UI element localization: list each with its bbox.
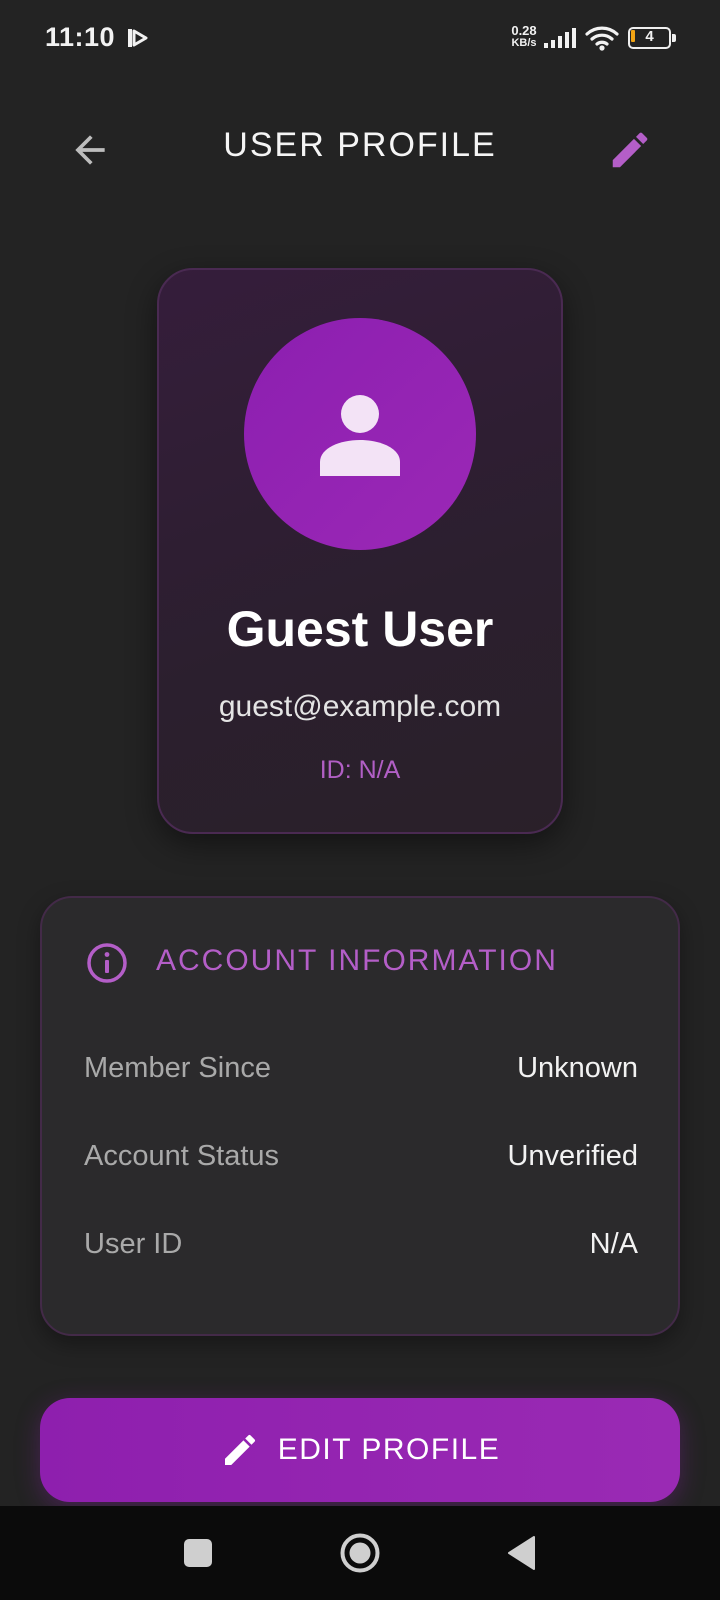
home-button[interactable]	[335, 1528, 385, 1578]
profile-id: ID: N/A	[319, 756, 401, 784]
edit-profile-label: EDIT PROFILE	[277, 1433, 501, 1466]
profile-card: Guest User guest@example.com ID: N/A	[157, 268, 563, 834]
network-speed-unit: KB/s	[511, 37, 537, 49]
status-time: 11:10	[45, 22, 116, 52]
info-value: N/A	[589, 1228, 638, 1260]
info-value: Unknown	[517, 1052, 638, 1084]
pencil-icon	[224, 1434, 255, 1465]
person-icon	[320, 395, 400, 476]
header-edit-button[interactable]	[602, 122, 658, 178]
pencil-icon	[612, 132, 648, 168]
info-row-user-id: User ID N/A	[84, 1228, 638, 1268]
info-icon	[87, 943, 127, 983]
info-label: Member Since	[84, 1052, 271, 1084]
info-value: Unverified	[507, 1140, 638, 1172]
account-info-title: ACCOUNT INFORMATION	[156, 944, 558, 977]
system-nav-bar	[0, 1506, 720, 1600]
recents-square-icon	[184, 1539, 212, 1567]
status-bar: 11:10 0.28 KB/s 4	[0, 0, 720, 80]
system-back-button[interactable]	[497, 1528, 547, 1578]
profile-email: guest@example.com	[218, 690, 502, 723]
profile-name: Guest User	[226, 601, 494, 657]
home-circle-icon	[340, 1533, 380, 1573]
info-label: Account Status	[84, 1140, 280, 1172]
account-info-card: ACCOUNT INFORMATION Member Since Unknown…	[40, 896, 680, 1336]
back-triangle-icon	[508, 1536, 535, 1570]
info-label: User ID	[84, 1228, 183, 1260]
recents-button[interactable]	[173, 1528, 223, 1578]
info-row-account-status: Account Status Unverified	[84, 1140, 638, 1180]
battery-cap	[672, 34, 676, 42]
wifi-icon	[585, 26, 619, 51]
app-notification-icon	[128, 29, 148, 47]
signal-icon	[544, 28, 576, 48]
network-speed: 0.28 KB/s	[506, 24, 542, 50]
avatar[interactable]	[244, 318, 476, 550]
battery-icon: 4	[628, 27, 676, 49]
network-speed-value: 0.28	[511, 23, 537, 38]
info-row-member-since: Member Since Unknown	[84, 1052, 638, 1092]
edit-profile-button[interactable]: EDIT PROFILE	[40, 1398, 680, 1502]
battery-level: 4	[645, 28, 654, 45]
